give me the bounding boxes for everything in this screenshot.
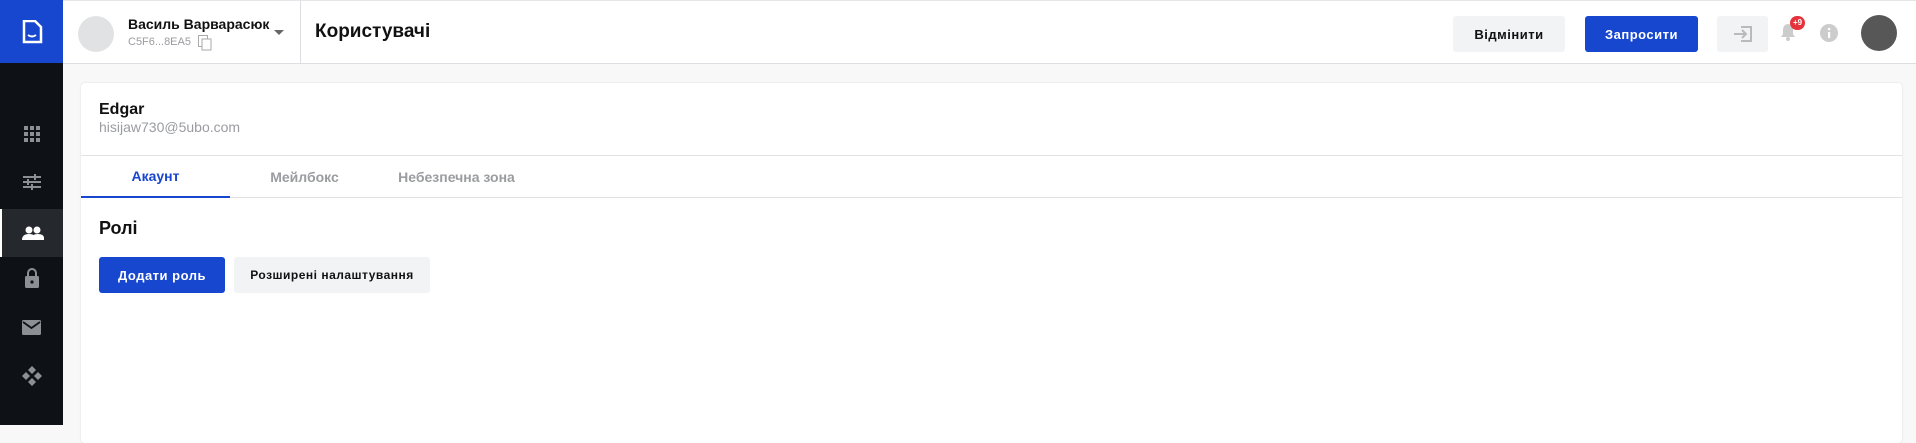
- exit-button[interactable]: [1717, 16, 1768, 52]
- notification-badge: +9: [1790, 16, 1806, 30]
- users-icon: [21, 226, 44, 240]
- tab-mailbox[interactable]: Мейлбокс: [230, 156, 379, 198]
- sidebar-item-users[interactable]: [0, 209, 63, 257]
- user-switcher[interactable]: Василь Варварасюк C5F6...8EA5: [63, 1, 301, 64]
- app-logo[interactable]: [0, 0, 63, 63]
- chevron-down-icon[interactable]: [274, 30, 284, 35]
- copy-icon[interactable]: [198, 35, 212, 51]
- sidebar-item-integrations[interactable]: [0, 352, 63, 400]
- advanced-settings-button[interactable]: Розширені налаштування: [234, 257, 430, 293]
- logo-icon: [22, 19, 42, 43]
- tab-account[interactable]: Акаунт: [81, 156, 230, 198]
- sign-in-icon: [1733, 26, 1752, 42]
- sidebar-item-settings[interactable]: [0, 158, 63, 206]
- profile-avatar[interactable]: [1861, 15, 1897, 51]
- apps-grid-icon: [23, 126, 40, 142]
- top-header: Василь Варварасюк C5F6...8EA5 Користувач…: [63, 0, 1916, 64]
- sidebar-item-apps[interactable]: [0, 110, 63, 158]
- user-id: C5F6...8EA5: [128, 36, 191, 48]
- sidebar: [0, 0, 63, 425]
- page-title: Користувачі: [315, 21, 431, 42]
- notifications-button[interactable]: +9: [1780, 16, 1806, 46]
- mail-icon: [22, 319, 41, 335]
- sliders-icon: [22, 174, 41, 190]
- user-name: Василь Варварасюк: [128, 16, 270, 32]
- lock-icon: [24, 268, 39, 288]
- section-title: Ролі: [99, 218, 138, 238]
- user-avatar: [78, 16, 114, 52]
- tab-danger-zone[interactable]: Небезпечна зона: [379, 156, 534, 198]
- integrations-icon: [21, 366, 42, 386]
- add-role-button[interactable]: Додати роль: [99, 257, 225, 293]
- user-display-name: Edgar: [99, 101, 145, 118]
- invite-button[interactable]: Запросити: [1585, 16, 1698, 52]
- user-email: hisijaw730@5ubo.com: [99, 119, 241, 135]
- info-icon[interactable]: [1820, 24, 1838, 42]
- cancel-button[interactable]: Відмінити: [1453, 16, 1565, 52]
- sidebar-item-security[interactable]: [0, 254, 63, 302]
- sidebar-item-mail[interactable]: [0, 303, 63, 351]
- user-card: Edgar hisijaw730@5ubo.com Акаунт Мейлбок…: [81, 83, 1902, 443]
